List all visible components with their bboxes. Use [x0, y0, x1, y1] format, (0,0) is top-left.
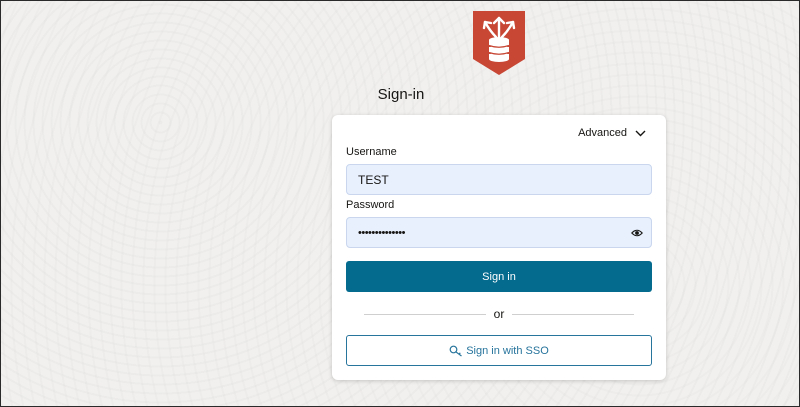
username-value: TEST — [358, 172, 389, 187]
key-icon — [449, 345, 463, 356]
sign-in-button[interactable]: Sign in — [346, 261, 652, 292]
eye-icon[interactable] — [631, 227, 643, 239]
page-title: Sign-in — [377, 86, 425, 103]
advanced-label: Advanced — [578, 127, 627, 139]
username-label: Username — [346, 146, 397, 158]
sso-label: Sign in with SSO — [466, 344, 549, 357]
database-arrows-icon — [473, 11, 525, 75]
password-label: Password — [346, 199, 395, 211]
password-value: •••••••••••••• — [358, 226, 405, 239]
page-background: Sign-in Advanced Username TEST Password … — [0, 0, 800, 407]
signin-card: Advanced Username TEST Password ••••••••… — [332, 115, 666, 380]
password-field[interactable]: •••••••••••••• — [346, 217, 652, 248]
divider-right — [512, 314, 634, 315]
chevron-down-icon — [635, 130, 646, 136]
sign-in-label: Sign in — [482, 270, 516, 283]
sso-button[interactable]: Sign in with SSO — [346, 335, 652, 366]
advanced-toggle[interactable]: Advanced — [578, 127, 646, 139]
username-field[interactable]: TEST — [346, 164, 652, 195]
